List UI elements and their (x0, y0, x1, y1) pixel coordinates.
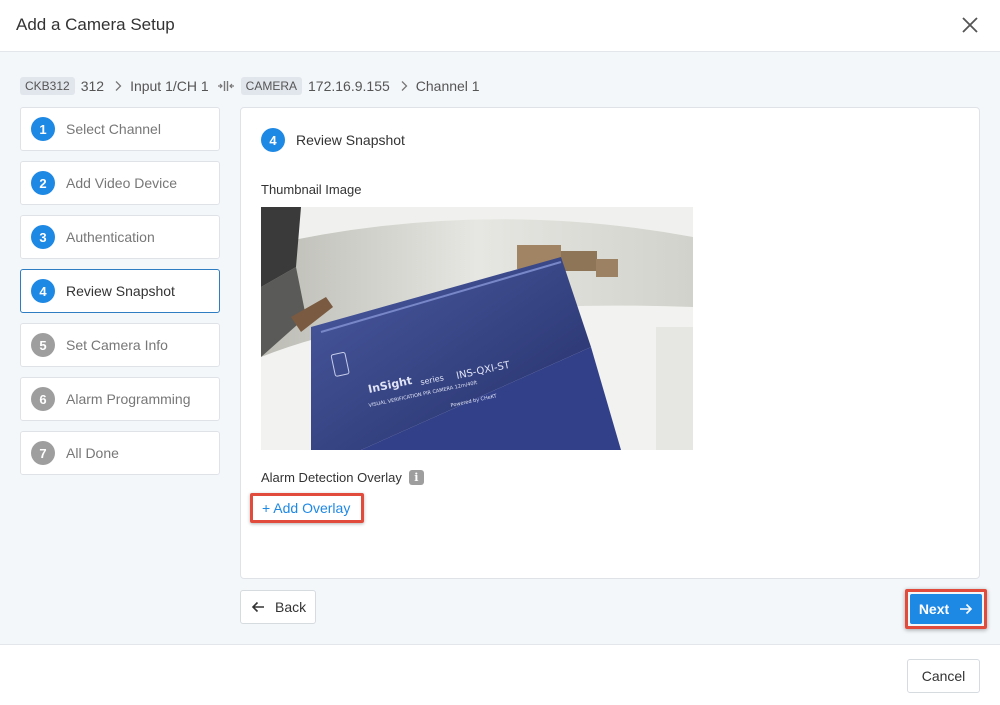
step-number: 5 (31, 333, 55, 357)
close-button[interactable] (958, 13, 982, 37)
close-icon (962, 17, 978, 33)
back-label: Back (275, 599, 307, 615)
chevron-right-icon (398, 80, 410, 92)
next-label: Next (918, 601, 950, 617)
step-list: 1 Select Channel 2 Add Video Device 3 Au… (20, 107, 220, 485)
dialog-title: Add a Camera Setup (16, 15, 175, 34)
device-id: 312 (80, 78, 105, 94)
input-channel: Input 1/CH 1 (130, 78, 209, 94)
add-overlay-label: + Add Overlay (262, 500, 351, 516)
device-tag: CKB312 (20, 77, 75, 95)
cancel-button[interactable]: Cancel (907, 659, 980, 693)
step-label: Add Video Device (66, 175, 178, 191)
step-number: 7 (31, 441, 55, 465)
dialog-header: Add a Camera Setup (0, 0, 1000, 52)
alarm-overlay-text: Alarm Detection Overlay (261, 470, 402, 485)
step-label: Authentication (66, 229, 155, 245)
next-button[interactable]: Next (905, 589, 987, 629)
add-overlay-button[interactable]: + Add Overlay (250, 493, 364, 523)
panel-title: Review Snapshot (296, 132, 405, 148)
step-review-snapshot[interactable]: 4 Review Snapshot (20, 269, 220, 313)
step-authentication[interactable]: 3 Authentication (20, 215, 220, 259)
step-label: Alarm Programming (66, 391, 191, 407)
step-set-camera-info[interactable]: 5 Set Camera Info (20, 323, 220, 367)
thumbnail-image: InSight series INS-QXI-ST VISUAL VERIFIC… (261, 207, 693, 450)
step-number: 6 (31, 387, 55, 411)
breadcrumb: CKB312 312 Input 1/CH 1 CAMERA 172.16.9.… (20, 76, 486, 96)
connection-icon (217, 79, 235, 93)
step-label: Select Channel (66, 121, 161, 137)
step-all-done[interactable]: 7 All Done (20, 431, 220, 475)
review-snapshot-panel: 4 Review Snapshot Thumbnail Image InSigh… (240, 107, 980, 579)
channel-name: Channel 1 (415, 78, 480, 94)
step-number: 1 (31, 117, 55, 141)
step-label: Review Snapshot (66, 283, 175, 299)
step-select-channel[interactable]: 1 Select Channel (20, 107, 220, 151)
dialog-body: CKB312 312 Input 1/CH 1 CAMERA 172.16.9.… (0, 52, 1000, 644)
back-button[interactable]: Back (240, 590, 316, 624)
panel-header: 4 Review Snapshot (261, 128, 405, 152)
alarm-overlay-label: Alarm Detection Overlay i (261, 470, 424, 485)
camera-ip: 172.16.9.155 (308, 78, 390, 94)
step-label: Set Camera Info (66, 337, 168, 353)
step-number: 4 (31, 279, 55, 303)
step-number: 2 (31, 171, 55, 195)
arrow-right-icon (960, 603, 973, 615)
step-alarm-programming[interactable]: 6 Alarm Programming (20, 377, 220, 421)
step-number: 3 (31, 225, 55, 249)
arrow-left-icon (251, 601, 264, 613)
next-button-inner[interactable]: Next (910, 594, 982, 624)
info-icon[interactable]: i (408, 470, 424, 485)
dialog-footer: Cancel (0, 644, 1000, 705)
camera-tag: CAMERA (240, 77, 303, 95)
thumbnail-label: Thumbnail Image (261, 182, 362, 197)
step-add-video-device[interactable]: 2 Add Video Device (20, 161, 220, 205)
chevron-right-icon (112, 80, 124, 92)
panel-step-number: 4 (261, 128, 285, 152)
step-label: All Done (66, 445, 119, 461)
